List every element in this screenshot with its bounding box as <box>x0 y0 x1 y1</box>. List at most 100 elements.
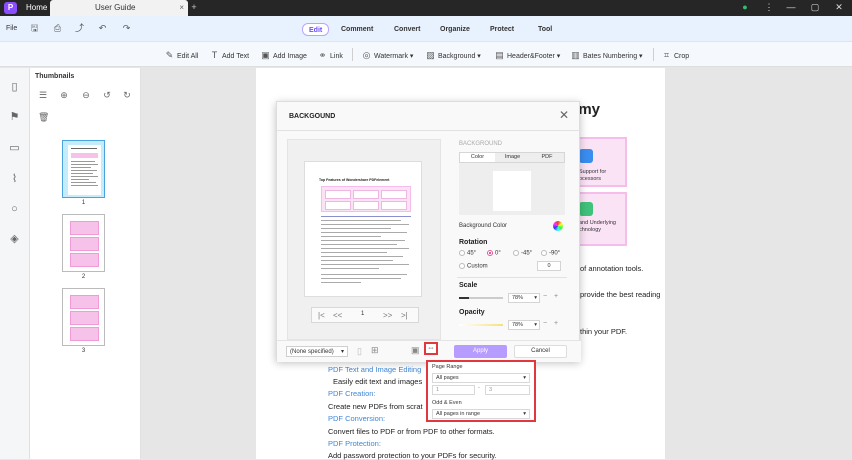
scale-slider[interactable] <box>459 297 503 299</box>
background-button[interactable]: ▨ Background ▾ <box>425 49 481 61</box>
edit-all-button[interactable]: ✎ Edit All <box>164 49 199 61</box>
share-icon[interactable]: ⤴ <box>74 23 85 34</box>
page-range-button[interactable]: ⇔ <box>424 342 438 355</box>
last-page-button[interactable]: >| <box>401 311 408 320</box>
tab-color[interactable]: Color <box>460 153 495 162</box>
redo-icon[interactable]: ↷ <box>121 23 132 34</box>
link-button[interactable]: ⚭ Link <box>317 49 343 61</box>
rotate-right-icon[interactable]: ↻ <box>122 90 132 100</box>
doc-text: Convert files to PDF or from PDF to othe… <box>328 427 495 436</box>
rotation-label-minus-90: -90° <box>549 250 561 257</box>
menu-bar: File 🖫 ⎙ ⤴ ↶ ↷ Edit Comment Convert Orga… <box>0 16 852 42</box>
watermark-button[interactable]: ◎ Watermark ▾ <box>361 49 414 61</box>
rotate-left-icon[interactable]: ↺ <box>102 90 112 100</box>
opacity-slider[interactable] <box>459 324 503 326</box>
rotation-minus-45[interactable]: -45° <box>513 250 532 257</box>
thumbnail-number: 1 <box>81 200 86 206</box>
zoom-in-icon[interactable]: ⊕ <box>59 90 69 100</box>
divider <box>277 130 581 131</box>
attachment-icon[interactable]: ⌇ <box>7 172 22 187</box>
doc-link[interactable]: PDF Creation: <box>328 389 376 398</box>
layers-icon[interactable]: ◈ <box>7 232 22 247</box>
cancel-button[interactable]: Cancel <box>514 345 567 358</box>
apply-button[interactable]: Apply <box>454 345 507 358</box>
radio-icon <box>541 250 547 256</box>
opacity-select[interactable]: 78% ▾ <box>508 320 540 330</box>
list-icon[interactable]: ☰ <box>38 90 48 100</box>
tab-protect[interactable]: Protect <box>484 23 520 36</box>
thumbnail-page-2[interactable] <box>62 214 105 272</box>
close-icon[interactable]: ✕ <box>559 108 569 122</box>
doc-link[interactable]: PDF Text and Image Editing <box>328 365 421 374</box>
delete-icon[interactable]: 🗑 <box>38 112 49 122</box>
opacity-increase-button[interactable]: + <box>554 320 558 327</box>
search-icon[interactable]: ○ <box>7 202 22 217</box>
feature-text: chnology <box>579 227 602 233</box>
comment-icon[interactable]: ▭ <box>7 141 22 156</box>
odd-even-select[interactable]: All pages in range ▾ <box>432 409 530 419</box>
page-number-input[interactable]: 1 <box>361 311 364 317</box>
add-text-button[interactable]: T Add Text <box>209 49 249 61</box>
color-picker-icon[interactable] <box>553 221 563 231</box>
account-icon[interactable]: ● <box>736 0 754 16</box>
first-page-button[interactable]: |< <box>318 311 325 320</box>
scale-decrease-button[interactable]: − <box>543 293 547 300</box>
tab-home[interactable]: Home <box>20 0 53 16</box>
add-image-label: Add Image <box>273 53 307 60</box>
rotation-label-minus-45: -45° <box>521 250 533 257</box>
thumbnail-number: 2 <box>81 274 86 280</box>
thumbnail-page-3[interactable] <box>62 288 105 346</box>
undo-icon[interactable]: ↶ <box>97 23 108 34</box>
bates-numbering-button[interactable]: ▥ Bates Numbering ▾ <box>570 49 642 61</box>
add-tab-icon[interactable]: + <box>189 2 199 13</box>
doc-link[interactable]: PDF Protection: <box>328 439 381 448</box>
add-image-button[interactable]: ▣ Add Image <box>260 49 307 61</box>
save-preset-icon[interactable]: ▯ <box>357 346 362 357</box>
app-logo: P <box>4 2 17 14</box>
tab-image[interactable]: Image <box>495 153 530 162</box>
scale-slider-fill <box>459 297 469 299</box>
next-page-button[interactable]: >> <box>383 311 392 320</box>
page-setup-icon[interactable]: ▣ <box>411 345 420 356</box>
prev-page-button[interactable]: << <box>333 311 342 320</box>
tab-user-guide[interactable]: User Guide × <box>50 0 188 16</box>
minimize-button[interactable]: — <box>782 0 800 16</box>
background-type-tabs: Color Image PDF <box>459 152 565 163</box>
doc-link[interactable]: PDF Conversion: <box>328 414 385 423</box>
zoom-out-icon[interactable]: ⊖ <box>81 90 91 100</box>
close-tab-icon[interactable]: × <box>179 0 184 16</box>
manage-presets-icon[interactable]: ⊞ <box>371 345 379 356</box>
page-navigator: |< << 1 >> >| <box>311 307 419 323</box>
tab-tool[interactable]: Tool <box>532 23 558 36</box>
scale-select[interactable]: 78% ▾ <box>508 293 540 303</box>
page-range-select[interactable]: All pages ▾ <box>432 373 530 383</box>
file-menu[interactable]: File <box>6 25 17 32</box>
preset-select[interactable]: (None specified) ▾ <box>286 346 348 357</box>
tab-convert[interactable]: Convert <box>388 23 426 36</box>
add-text-icon: T <box>211 50 218 60</box>
print-icon[interactable]: ⎙ <box>52 23 63 34</box>
header-footer-button[interactable]: ▤ Header&Footer ▾ <box>494 49 560 61</box>
maximize-button[interactable]: ▢ <box>806 0 824 16</box>
tab-pdf[interactable]: PDF <box>530 153 564 162</box>
thumbnails-icon[interactable]: ▯ <box>7 80 22 95</box>
tab-edit[interactable]: Edit <box>302 23 330 36</box>
tab-organize[interactable]: Organize <box>434 23 476 36</box>
save-icon[interactable]: 🖫 <box>29 23 40 34</box>
scale-increase-button[interactable]: + <box>554 293 558 300</box>
bookmark-icon[interactable]: ⚑ <box>7 110 22 125</box>
rotation-0[interactable]: 0° <box>487 250 501 257</box>
crop-button[interactable]: ⌗ Crop <box>661 49 689 61</box>
rotation-minus-90[interactable]: -90° <box>541 250 560 257</box>
range-from-input[interactable]: 1 <box>432 385 475 395</box>
color-swatch[interactable] <box>493 171 531 211</box>
menu-icon[interactable]: ⋮ <box>760 0 778 16</box>
custom-rotation-input[interactable]: 0 <box>537 261 561 271</box>
opacity-decrease-button[interactable]: − <box>543 320 547 327</box>
range-to-input[interactable]: 3 <box>485 385 530 395</box>
tab-comment[interactable]: Comment <box>335 23 379 36</box>
rotation-custom[interactable]: Custom <box>459 263 488 270</box>
close-window-button[interactable]: ✕ <box>830 0 848 16</box>
thumbnail-page-1[interactable] <box>62 140 105 198</box>
rotation-45[interactable]: 45° <box>459 250 476 257</box>
